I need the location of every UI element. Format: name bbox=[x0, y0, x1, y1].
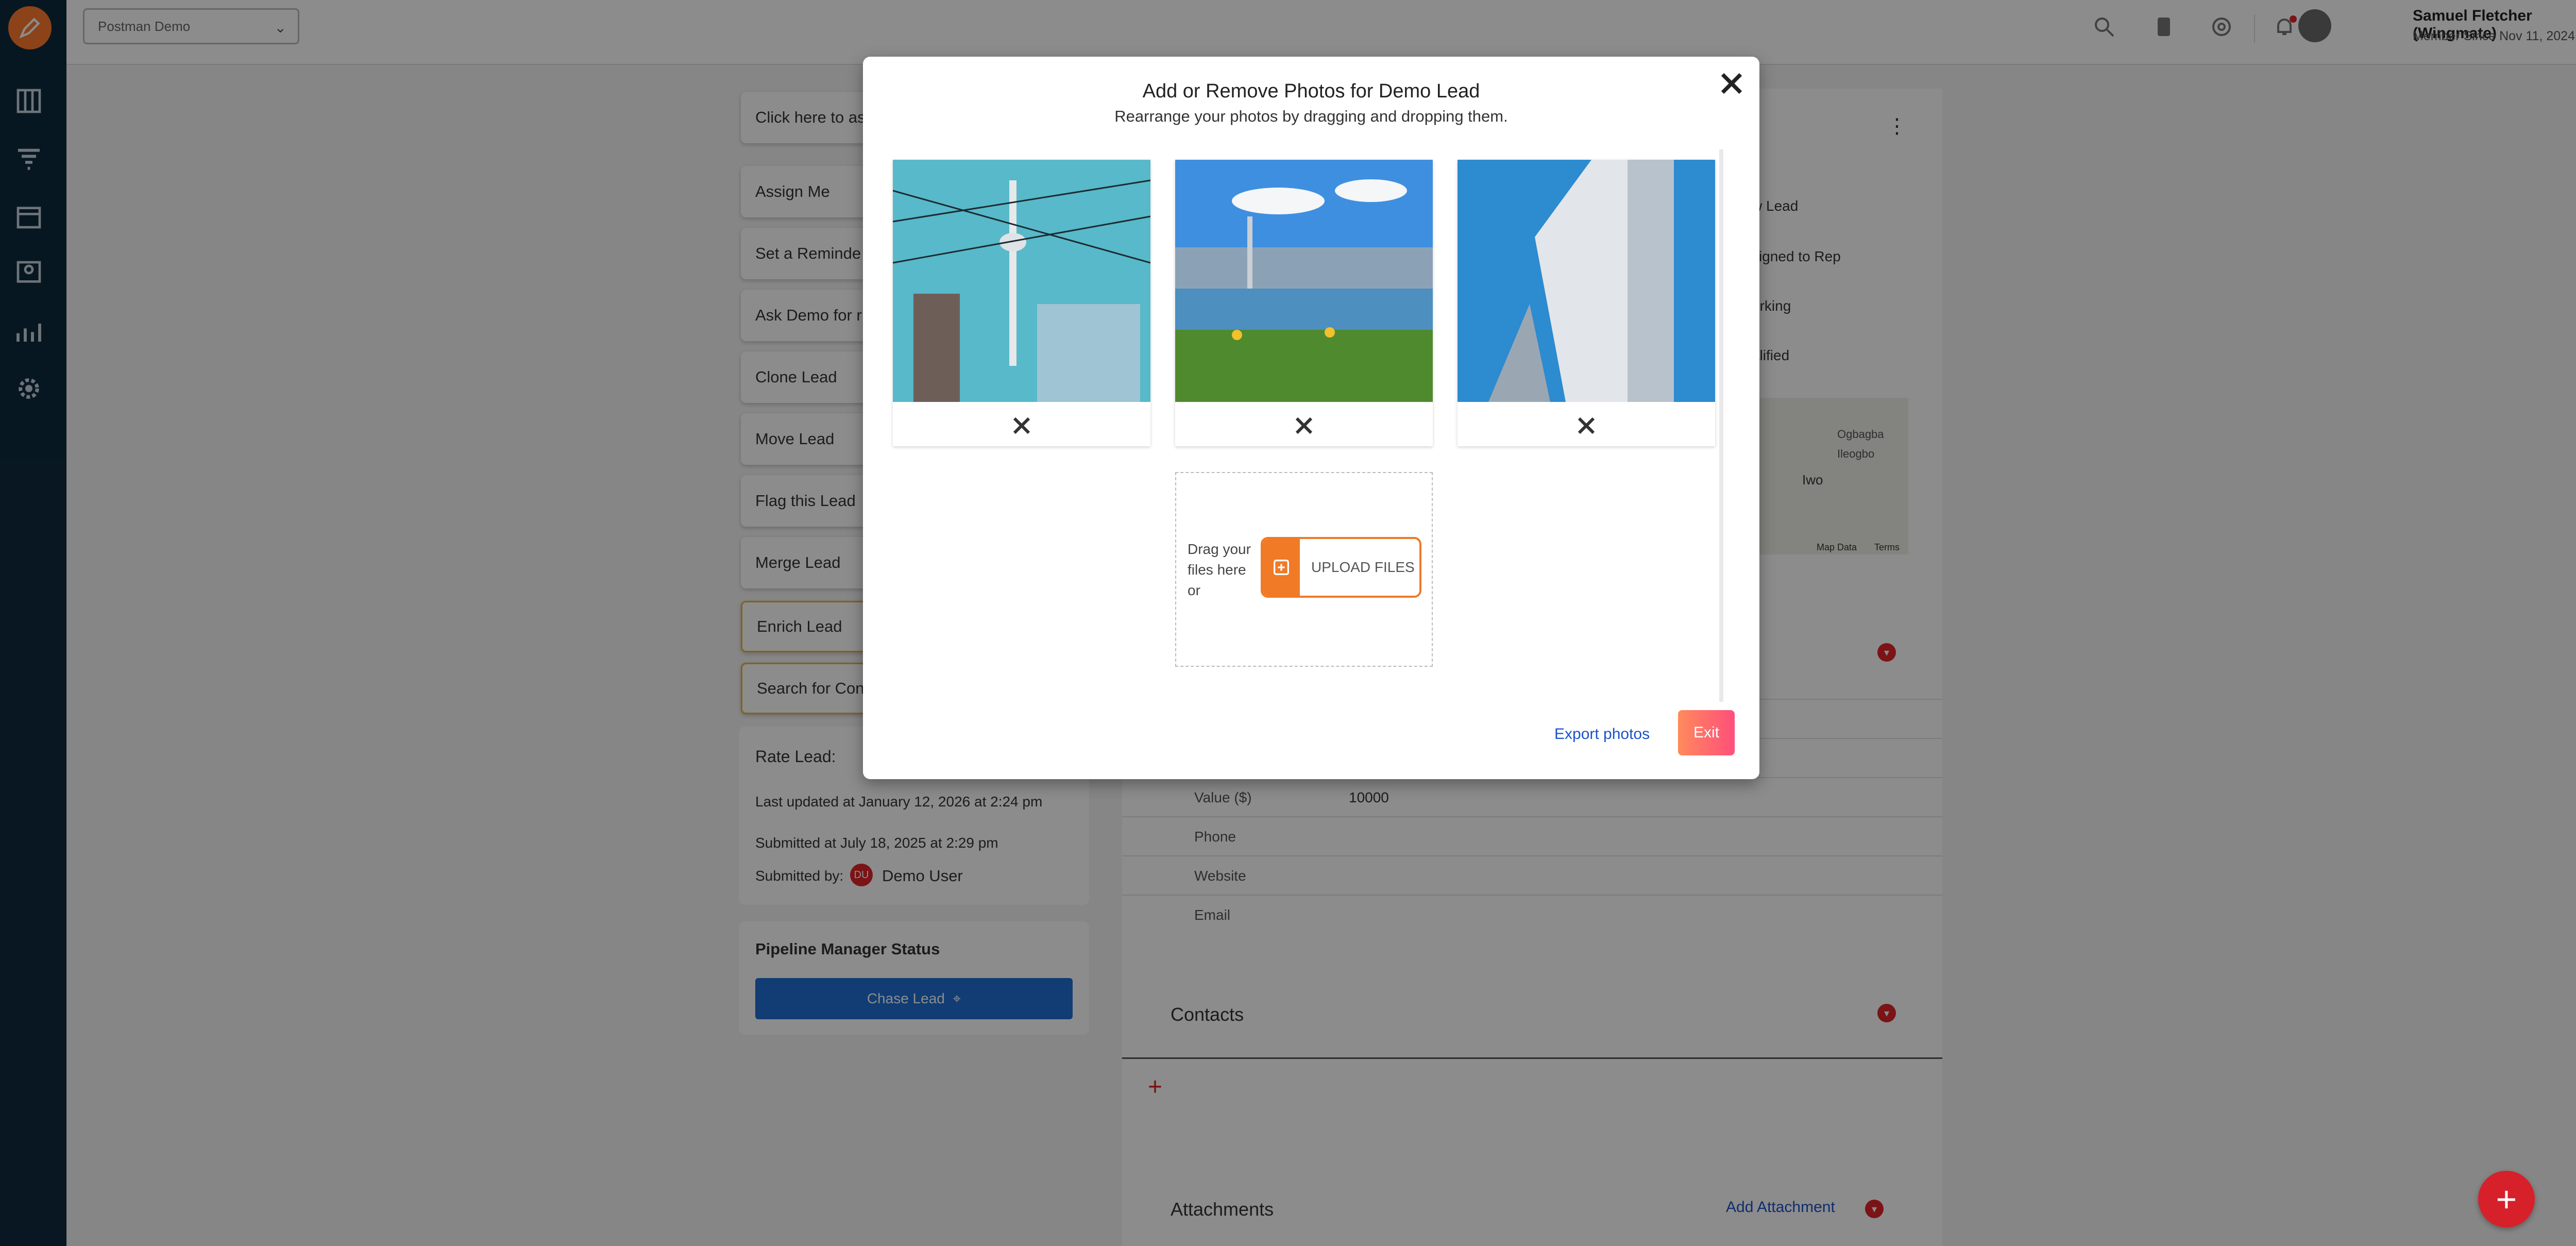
add-fab-button[interactable]: + bbox=[2478, 1171, 2535, 1227]
close-icon[interactable] bbox=[1716, 68, 1747, 99]
photo-card[interactable] bbox=[1458, 160, 1715, 446]
photo-card[interactable] bbox=[893, 160, 1150, 446]
upload-icon bbox=[1263, 539, 1300, 596]
remove-photo-icon[interactable] bbox=[1009, 413, 1034, 438]
modal-title: Add or Remove Photos for Demo Lead bbox=[1142, 80, 1480, 102]
photo-card[interactable] bbox=[1175, 160, 1433, 446]
photo-thumbnail bbox=[1458, 160, 1715, 402]
photo-thumbnail bbox=[893, 160, 1150, 402]
remove-photo-icon[interactable] bbox=[1574, 413, 1599, 438]
file-drop-zone[interactable]: Drag your files here or UPLOAD FILES bbox=[1175, 472, 1433, 667]
export-photos-link[interactable]: Export photos bbox=[1554, 726, 1650, 743]
upload-files-label: UPLOAD FILES bbox=[1311, 559, 1415, 575]
photos-modal: Add or Remove Photos for Demo Lead Rearr… bbox=[863, 57, 1759, 779]
exit-button[interactable]: Exit bbox=[1678, 710, 1735, 755]
drop-instructions: Drag your files here or bbox=[1188, 541, 1251, 598]
photo-thumbnail bbox=[1175, 160, 1433, 402]
modal-scrollbar[interactable] bbox=[1719, 149, 1723, 702]
upload-files-button[interactable]: UPLOAD FILES bbox=[1261, 537, 1421, 598]
remove-photo-icon[interactable] bbox=[1292, 413, 1316, 438]
modal-subtitle: Rearrange your photos by dragging and dr… bbox=[1114, 107, 1508, 125]
